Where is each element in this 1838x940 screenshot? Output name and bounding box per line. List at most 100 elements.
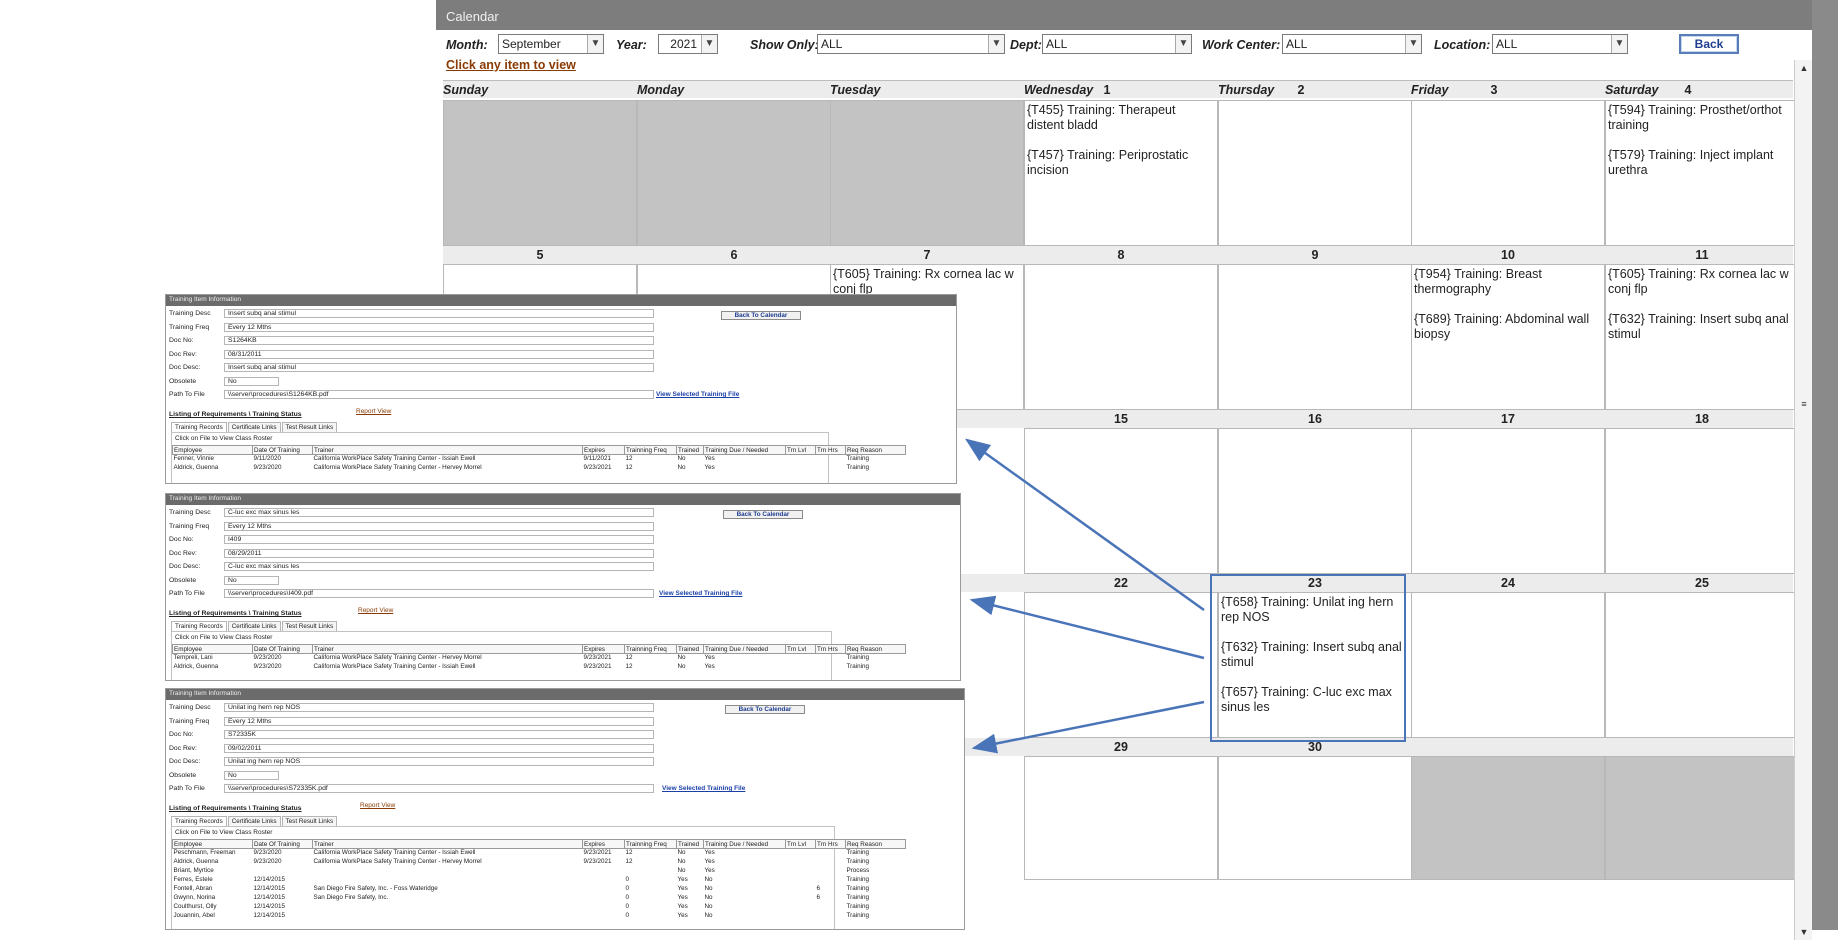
field-row: Path To File \\server\procedures\S72335K… — [169, 784, 669, 794]
field-value[interactable]: 08/29/2011 — [224, 548, 654, 558]
tab-certificate-links[interactable]: Certificate Links — [227, 621, 281, 631]
field-value[interactable]: Insert subq anal stimul — [224, 309, 654, 318]
chevron-down-icon[interactable]: ▼ — [1175, 35, 1191, 53]
chevron-down-icon[interactable]: ▼ — [988, 35, 1004, 53]
report-view-link[interactable]: Report View — [358, 607, 393, 614]
view-training-file-link[interactable]: View Selected Training File — [659, 590, 742, 597]
table-row[interactable]: Aldrick, Guenna 9/23/2020 California WorkP… — [173, 464, 906, 473]
table-cell: Training — [846, 912, 870, 919]
field-value[interactable]: Unilat ing hern rep NOS — [224, 703, 654, 712]
field-value[interactable]: No — [224, 376, 279, 386]
vertical-scrollbar[interactable]: ▲ ≡ ▼ — [1794, 60, 1812, 940]
table-row[interactable]: Jouannin, Abel 12/14/2015 0 Yes No Training — [173, 912, 906, 921]
tab-training-records[interactable]: Training Records — [171, 621, 227, 631]
field-value[interactable]: S72335K — [224, 730, 654, 739]
field-value[interactable]: \\server\procedures\S1264KB.pdf — [224, 390, 654, 399]
table-cell: 12 — [625, 654, 633, 662]
field-label: Path To File — [169, 785, 205, 792]
field-value[interactable]: \\server\procedures\I409.pdf — [224, 589, 654, 598]
chevron-down-icon[interactable]: ▼ — [1611, 35, 1627, 53]
scroll-up-icon[interactable]: ▲ — [1798, 62, 1810, 74]
field-value[interactable]: 08/31/2011 — [224, 349, 654, 359]
view-training-file-link[interactable]: View Selected Training File — [662, 785, 745, 792]
calendar-event[interactable]: {T605} Training: Rx cornea lac w conj fl… — [1608, 267, 1796, 297]
table-cell — [583, 876, 625, 885]
table-row[interactable]: Briant, Myrtice No Yes Process — [173, 867, 906, 876]
field-value[interactable]: 09/02/2011 — [224, 743, 654, 753]
field-label: Doc No: — [169, 337, 194, 344]
day-number: 15 — [1114, 412, 1128, 426]
day-number: 16 — [1308, 412, 1322, 426]
work-center-select[interactable]: ALL ▼ — [1282, 34, 1422, 54]
field-value[interactable]: S1264KB — [224, 336, 654, 345]
table-row[interactable]: Ferres, Estele 12/14/2015 0 Yes No Training — [173, 876, 906, 885]
field-value[interactable]: Unilat ing hern rep NOS — [224, 757, 654, 766]
field-value[interactable]: No — [224, 575, 279, 585]
column-header: Expires — [582, 644, 625, 654]
field-value[interactable]: C-luc exc max sinus les — [224, 508, 654, 517]
table-cell: Fontell, Abran — [173, 885, 213, 892]
year-select[interactable]: 2021 ▼ — [658, 34, 718, 54]
chevron-down-icon[interactable]: ▼ — [701, 35, 717, 53]
field-value[interactable]: No — [224, 770, 279, 780]
chevron-down-icon[interactable]: ▼ — [1405, 35, 1421, 53]
tab-test-result-links[interactable]: Test Result Links — [281, 816, 338, 826]
back-to-calendar-button[interactable]: Back To Calendar — [725, 705, 805, 714]
right-gray-sidebar — [1812, 0, 1838, 930]
table-row[interactable]: Aldrick, Guenna 9/23/2020 California WorkP… — [173, 858, 906, 867]
window-title: Training Item Information — [166, 689, 964, 700]
table-cell: Ferres, Estele — [173, 876, 213, 883]
tab-certificate-links[interactable]: Certificate Links — [227, 422, 281, 432]
field-value[interactable]: Every 12 Mths — [224, 521, 654, 531]
field-value[interactable]: \\server\procedures\S72335K.pdf — [224, 784, 654, 793]
back-to-calendar-button[interactable]: Back To Calendar — [723, 510, 803, 519]
calendar-event[interactable]: {T954} Training: Breast thermography — [1414, 267, 1602, 297]
table-row[interactable]: Peschmann, Freeman 9/23/2020 California Wo… — [173, 849, 906, 858]
table-cell: Tempreli, Lani — [173, 654, 213, 662]
view-training-file-link[interactable]: View Selected Training File — [656, 391, 739, 398]
tab-test-result-links[interactable]: Test Result Links — [281, 621, 338, 631]
table-row[interactable]: Coulthurst, Olly 12/14/2015 0 Yes No Training — [173, 903, 906, 912]
table-row[interactable]: Gwynn, Norina 12/14/2015 San Diego Fire Sa… — [173, 894, 906, 903]
day-cell-16 — [1218, 428, 1412, 574]
show-only-select[interactable]: ALL ▼ — [817, 34, 1005, 54]
calendar-event[interactable]: {T689} Training: Abdominal wall biopsy — [1414, 312, 1602, 342]
calendar-event[interactable]: {T605} Training: Rx cornea lac w conj fl… — [833, 267, 1021, 297]
field-value[interactable]: I409 — [224, 535, 654, 544]
calendar-event[interactable]: {T594} Training: Prosthet/orthot trainin… — [1608, 103, 1796, 133]
field-value[interactable]: C-luc exc max sinus les — [224, 562, 654, 571]
column-header: Training Due / Needed — [703, 644, 786, 654]
back-to-calendar-button[interactable]: Back To Calendar — [721, 311, 801, 320]
table-row[interactable]: Fenner, Vinnie 9/11/2020 California WorkPl… — [173, 455, 906, 464]
dept-select[interactable]: ALL ▼ — [1042, 34, 1192, 54]
table-row[interactable]: Tempreli, Lani 9/23/2020 California WorkPl… — [173, 654, 906, 663]
month-select[interactable]: September ▼ — [498, 34, 604, 54]
calendar-event[interactable]: {T455} Training: Therapeut distent bladd — [1027, 103, 1215, 133]
table-cell: California WorkPlace Safety Training Cen… — [313, 654, 482, 662]
click-any-item-hint[interactable]: Click any item to view — [446, 58, 576, 72]
calendar-event[interactable]: {T579} Training: Inject implant urethra — [1608, 148, 1796, 178]
back-button[interactable]: Back — [1679, 34, 1739, 54]
scroll-down-icon[interactable]: ▼ — [1798, 926, 1810, 938]
field-value[interactable]: Every 12 Mths — [224, 322, 654, 332]
tab-training-records[interactable]: Training Records — [171, 816, 227, 826]
table-row[interactable]: Aldrick, Guenna 9/23/2020 California WorkP… — [173, 663, 906, 672]
table-cell: Yes — [677, 876, 688, 883]
training-item-window-1: Training Item Information Training Desc … — [165, 294, 957, 484]
calendar-event[interactable]: {T457} Training: Periprostatic incision — [1027, 148, 1215, 178]
field-row: Training Desc Insert subq anal stimul — [169, 309, 669, 319]
scroll-grip-icon[interactable]: ≡ — [1798, 398, 1810, 410]
show-only-value: ALL — [821, 37, 843, 51]
calendar-event[interactable]: {T632} Training: Insert subq anal stimul — [1608, 312, 1796, 342]
report-view-link[interactable]: Report View — [360, 802, 395, 809]
tab-certificate-links[interactable]: Certificate Links — [227, 816, 281, 826]
chevron-down-icon[interactable]: ▼ — [587, 35, 603, 53]
field-value[interactable]: Every 12 Mths — [224, 716, 654, 726]
roster-hint: Click on File to View Class Roster — [175, 829, 273, 836]
tab-training-records[interactable]: Training Records — [171, 422, 227, 432]
table-row[interactable]: Fontell, Abran 12/14/2015 San Diego Fire S… — [173, 885, 906, 894]
report-view-link[interactable]: Report View — [356, 408, 391, 415]
field-value[interactable]: Insert subq anal stimul — [224, 363, 654, 372]
location-select[interactable]: ALL ▼ — [1492, 34, 1628, 54]
tab-test-result-links[interactable]: Test Result Links — [281, 422, 338, 432]
